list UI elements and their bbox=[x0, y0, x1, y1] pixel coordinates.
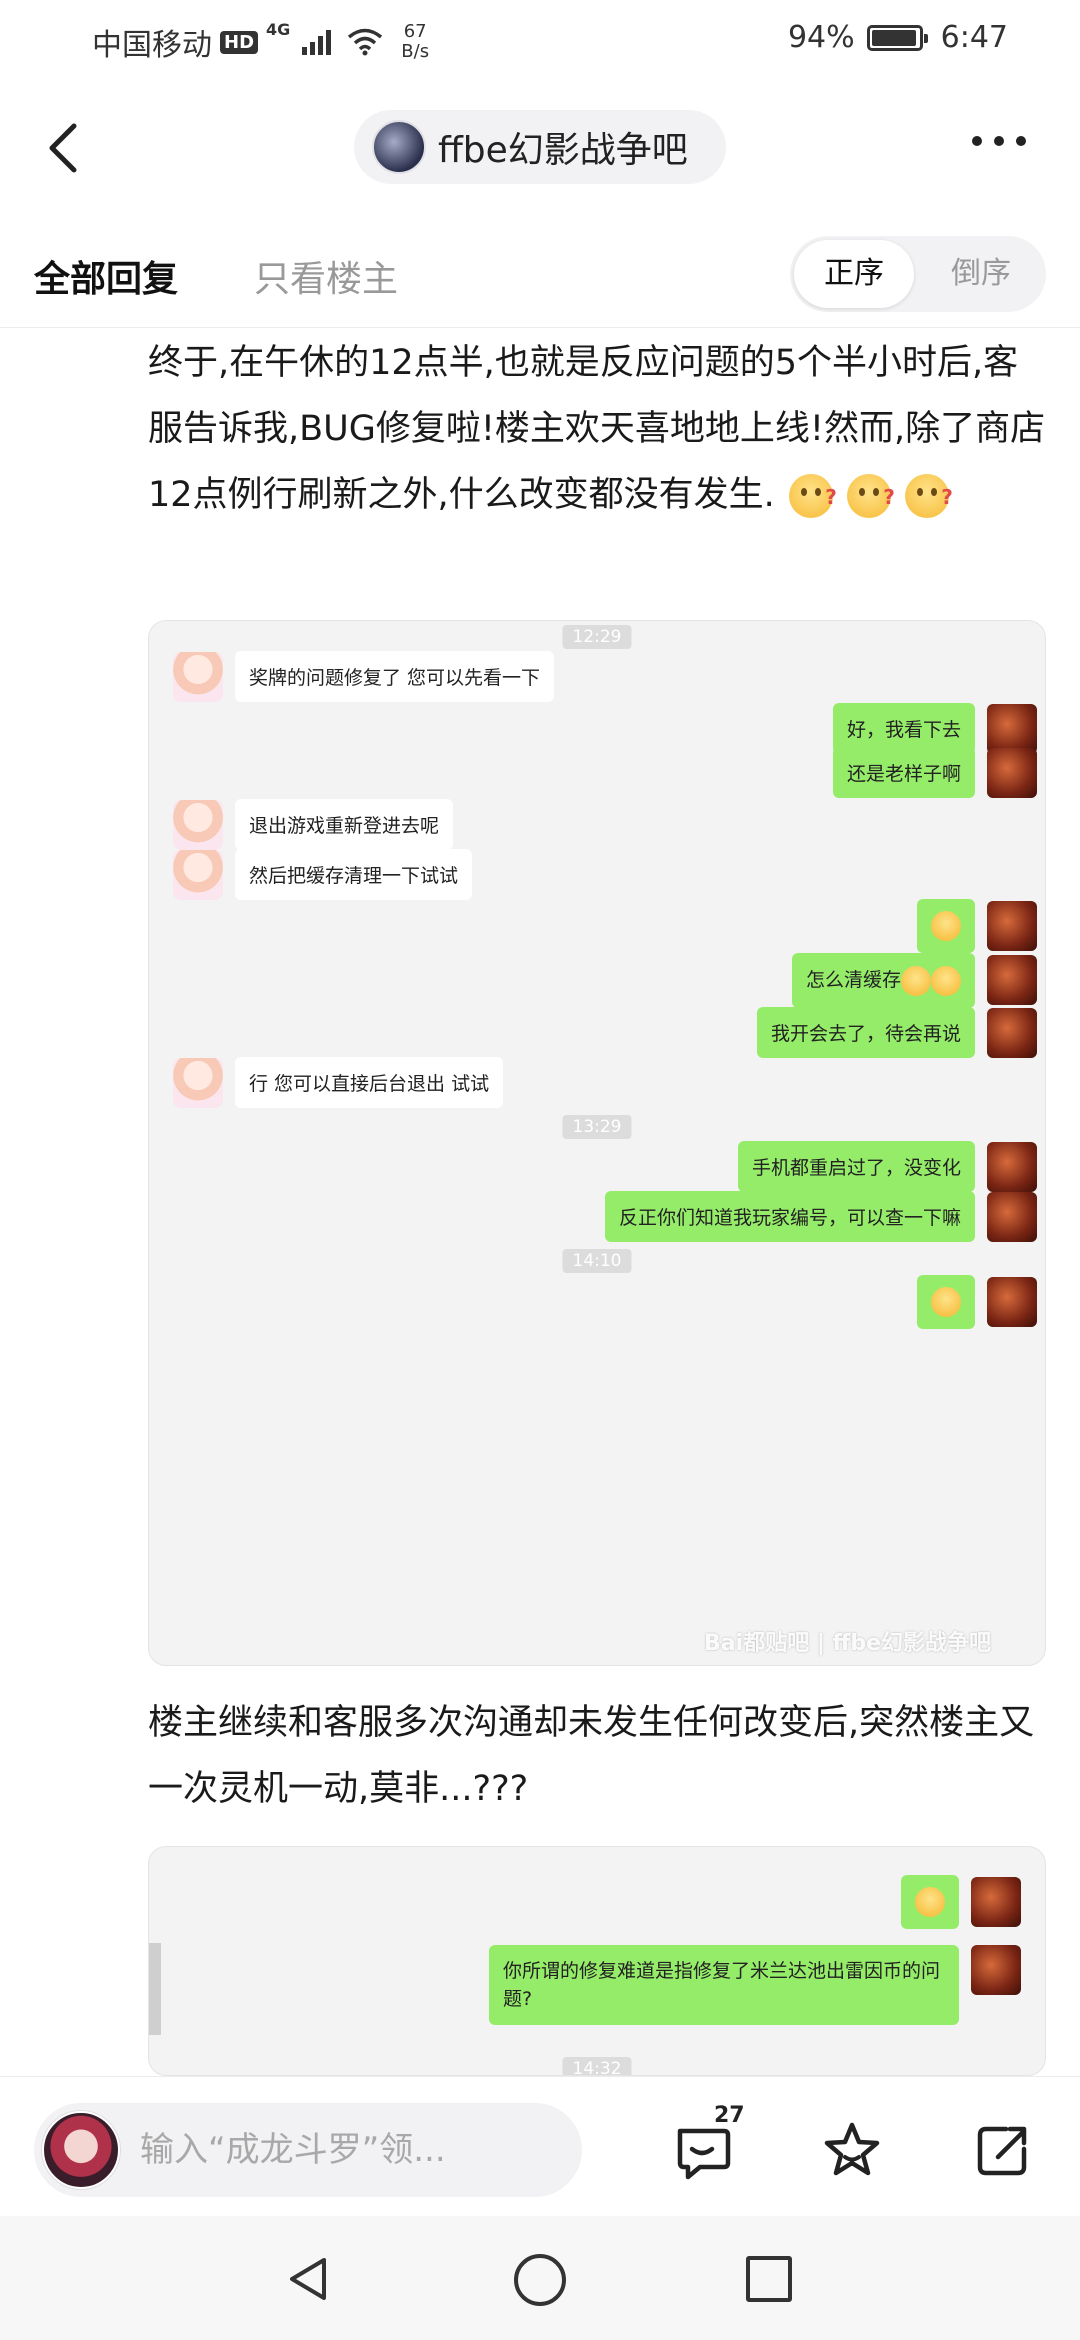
dizzy-emoji-icon bbox=[901, 965, 931, 996]
post-paragraph: 楼主继续和客服多次沟通却未发生任何改变后,突然楼主又一次灵机一动,莫非...??… bbox=[148, 1690, 1048, 1822]
system-home-icon[interactable] bbox=[514, 2254, 566, 2306]
reply-tabs: 全部回复 只看楼主 正序 倒序 bbox=[0, 236, 1080, 328]
chat-bubble: 奖牌的问题修复了 您可以先看一下 bbox=[235, 651, 555, 702]
chat-bubble: 怎么清缓存 bbox=[791, 953, 975, 1008]
status-left: 中国移动 HD 4G 67 B/s bbox=[92, 20, 429, 64]
chat-message: 反正你们知道我玩家编号，可以查一下嘛 bbox=[604, 1191, 1037, 1242]
carrier-label: 中国移动 bbox=[92, 28, 212, 63]
user-avatar-chat bbox=[987, 1277, 1037, 1327]
user-avatar-chat bbox=[987, 1191, 1037, 1242]
chat-message: 我开会去了，待会再说 bbox=[756, 1007, 1037, 1058]
system-nav-bar bbox=[0, 2216, 1080, 2340]
chat-timestamp: 12:29 bbox=[562, 625, 632, 649]
chat-screenshot-image[interactable]: 你所谓的修复难道是指修复了米兰达池出雷因币的问题? 14:32 bbox=[148, 1846, 1046, 2076]
chat-bubble bbox=[917, 1275, 975, 1329]
status-right: 94% 6:47 bbox=[788, 20, 1008, 55]
chat-bubble: 手机都重启过了，没变化 bbox=[737, 1141, 975, 1192]
chat-message: 还是老样子啊 bbox=[832, 747, 1037, 798]
chat-bubble: 你所谓的修复难道是指修复了米兰达池出雷因币的问题? bbox=[489, 1945, 959, 2025]
forum-logo bbox=[372, 120, 426, 174]
tab-only-op[interactable]: 只看楼主 bbox=[254, 250, 398, 302]
chat-bubble-text: 怎么清缓存 bbox=[805, 969, 901, 991]
chat-message bbox=[917, 899, 1037, 953]
speed-value: 67 bbox=[403, 21, 427, 42]
chat-message: 奖牌的问题修复了 您可以先看一下 bbox=[173, 651, 555, 702]
chat-message bbox=[917, 1275, 1037, 1329]
chat-bubble bbox=[901, 1875, 959, 1929]
forum-button[interactable]: ffbe幻影战争吧 bbox=[354, 110, 726, 184]
order-switch: 正序 倒序 bbox=[790, 236, 1046, 312]
clock: 6:47 bbox=[940, 20, 1008, 55]
shocked-emoji-icon bbox=[931, 911, 961, 941]
chat-screenshot-image[interactable]: 12:29 奖牌的问题修复了 您可以先看一下 好，我看下去 还是老样子啊 退出游… bbox=[148, 620, 1046, 1666]
post-text-2: 楼主继续和客服多次沟通却未发生任何改变后,突然楼主又一次灵机一动,莫非...??… bbox=[148, 1703, 1035, 1809]
post-paragraph: 终于,在午休的12点半,也就是反应问题的5个半小时后,客服告诉我,BUG修复啦!… bbox=[148, 330, 1048, 528]
chat-message: 怎么清缓存 bbox=[791, 953, 1037, 1008]
chat-bubble: 我开会去了，待会再说 bbox=[756, 1007, 975, 1058]
comment-icon[interactable] bbox=[670, 2119, 734, 2183]
chat-timestamp: 13:29 bbox=[562, 1115, 632, 1139]
chat-message: 你所谓的修复难道是指修复了米兰达池出雷因币的问题? bbox=[489, 1945, 1021, 2025]
signal-icon bbox=[302, 29, 332, 55]
avatar[interactable] bbox=[42, 2111, 120, 2189]
wifi-icon bbox=[348, 28, 383, 56]
chat-message: 然后把缓存清理一下试试 bbox=[173, 849, 473, 900]
screenshot-scrollbar bbox=[149, 1943, 161, 2035]
back-icon[interactable] bbox=[44, 122, 84, 174]
user-avatar-chat bbox=[987, 703, 1037, 754]
speed-unit: B/s bbox=[401, 41, 430, 62]
system-back-icon[interactable] bbox=[284, 2254, 334, 2304]
user-avatar-chat bbox=[987, 747, 1037, 798]
star-icon[interactable] bbox=[820, 2119, 884, 2183]
share-icon[interactable] bbox=[970, 2119, 1034, 2183]
status-bar: 中国移动 HD 4G 67 B/s 94% 6:47 bbox=[0, 0, 1080, 80]
user-avatar-chat bbox=[987, 901, 1037, 951]
battery-icon bbox=[866, 24, 928, 51]
chat-message: 手机都重启过了，没变化 bbox=[737, 1141, 1037, 1192]
reply-bar: 输入“成龙斗罗”领... 27 bbox=[0, 2076, 1080, 2216]
system-recent-icon[interactable] bbox=[746, 2256, 792, 2302]
support-avatar bbox=[173, 1057, 223, 1108]
support-avatar bbox=[173, 849, 223, 900]
user-avatar-chat bbox=[987, 1141, 1037, 1192]
chat-bubble: 退出游戏重新登进去呢 bbox=[235, 799, 454, 850]
thinking-emoji-icon: ? bbox=[904, 474, 953, 518]
chat-bubble: 还是老样子啊 bbox=[832, 747, 975, 798]
chat-bubble bbox=[917, 899, 975, 953]
battery-percent: 94% bbox=[787, 20, 855, 55]
order-desc-button[interactable]: 倒序 bbox=[920, 240, 1042, 308]
support-avatar bbox=[173, 651, 223, 702]
support-avatar bbox=[173, 799, 223, 850]
chat-message bbox=[901, 1875, 1021, 1929]
user-avatar-chat bbox=[987, 1007, 1037, 1058]
network-speed: 67 B/s bbox=[401, 22, 429, 62]
chat-bubble: 然后把缓存清理一下试试 bbox=[235, 849, 473, 900]
chat-message: 行 您可以直接后台退出 试试 bbox=[173, 1057, 504, 1108]
tieba-watermark: Bai都贴吧 | ffbe幻影战争吧 bbox=[704, 1631, 991, 1656]
user-avatar-chat bbox=[987, 955, 1037, 1006]
chat-bubble: 行 您可以直接后台退出 试试 bbox=[235, 1057, 504, 1108]
thinking-emoji-icon: ? bbox=[788, 474, 837, 518]
chat-timestamp: 14:10 bbox=[562, 1249, 632, 1273]
thinking-emoji-icon: ? bbox=[846, 474, 895, 518]
hd-badge: HD bbox=[220, 30, 259, 54]
smirk-emoji-icon bbox=[915, 1887, 945, 1917]
order-asc-button[interactable]: 正序 bbox=[794, 240, 914, 308]
forum-name: ffbe幻影战争吧 bbox=[438, 130, 688, 171]
chat-bubble: 反正你们知道我玩家编号，可以查一下嘛 bbox=[604, 1191, 975, 1242]
sweat-emoji-icon bbox=[931, 965, 961, 996]
comment-count: 27 bbox=[714, 2103, 745, 2128]
top-nav: ffbe幻影战争吧 bbox=[0, 100, 1080, 192]
user-avatar-chat bbox=[971, 1877, 1021, 1927]
network-label: 4G bbox=[266, 20, 291, 39]
smirk-emoji-icon bbox=[931, 1287, 961, 1317]
chat-message: 退出游戏重新登进去呢 bbox=[173, 799, 454, 850]
tab-all-replies[interactable]: 全部回复 bbox=[34, 250, 178, 302]
chat-timestamp: 14:32 bbox=[562, 2057, 632, 2075]
more-icon[interactable] bbox=[972, 136, 1026, 146]
user-avatar-chat bbox=[971, 1945, 1021, 1995]
